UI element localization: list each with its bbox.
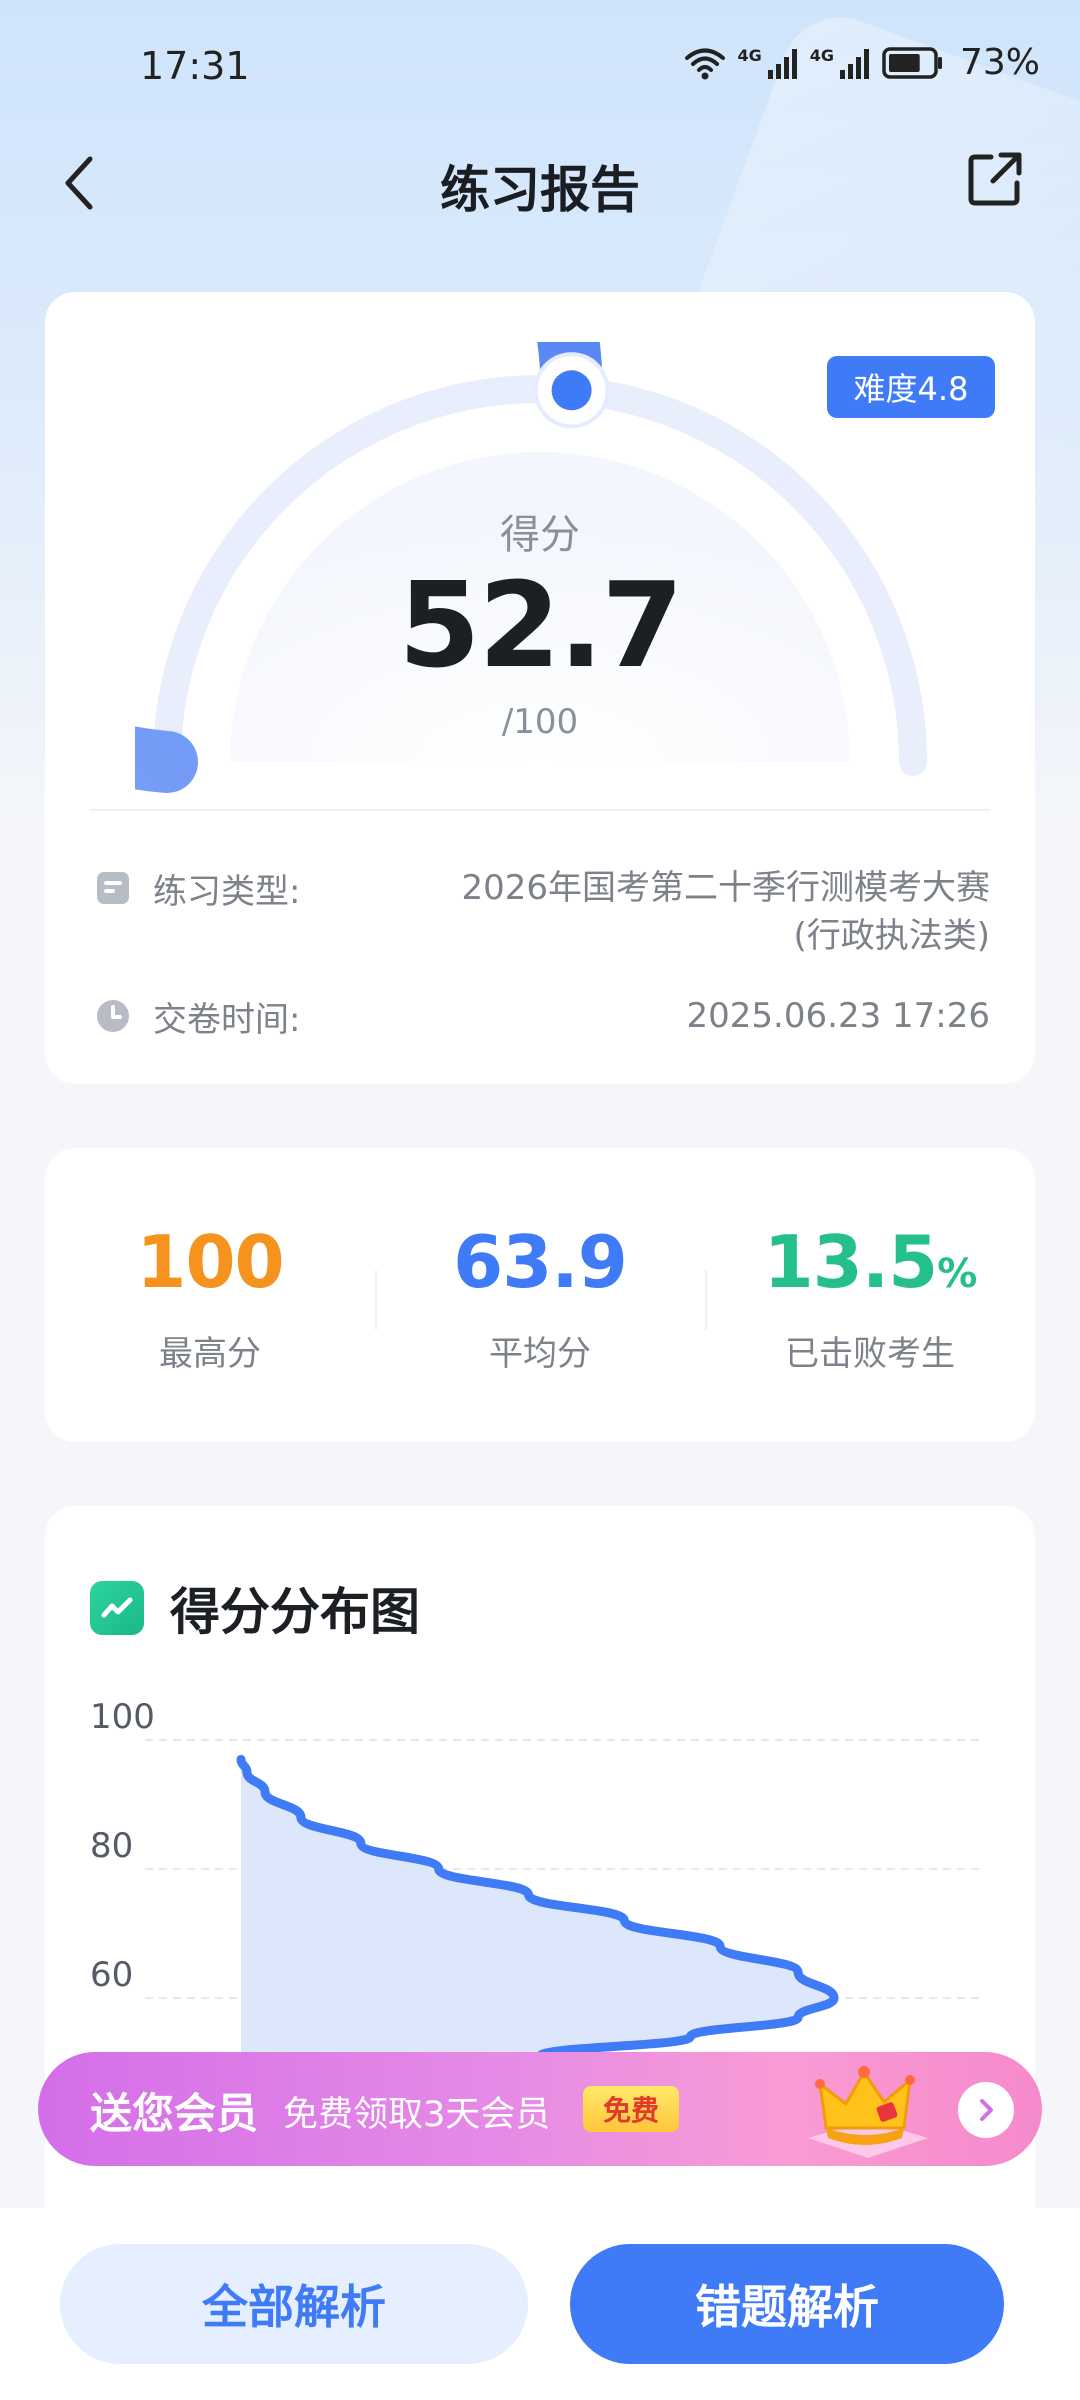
chevron-right-icon <box>980 2099 993 2121</box>
score-label: 得分 <box>500 512 580 558</box>
signal-label-1: 4G <box>737 46 762 65</box>
stat-average-label: 平均分 <box>489 1334 591 1374</box>
signal-label-2: 4G <box>809 46 834 65</box>
practice-type-line2: (行政执法类) <box>793 916 990 956</box>
promo-free-badge: 免费 <box>583 2086 679 2132</box>
status-icons: 4G 4G 73% <box>683 42 1040 83</box>
stat-highest-value: 100 <box>45 1220 375 1304</box>
submit-time-value: 2025.06.23 17:26 <box>686 996 990 1036</box>
battery-icon <box>882 46 942 79</box>
stat-highest-label: 最高分 <box>159 1334 261 1374</box>
stat-average-value: 63.9 <box>375 1220 705 1304</box>
stat-beaten-value: 13.5% <box>705 1220 1035 1304</box>
stat-highest: 100 最高分 <box>45 1220 375 1375</box>
divider <box>90 809 990 811</box>
all-analysis-button[interactable]: 全部解析 <box>60 2244 528 2364</box>
status-time: 17:31 <box>140 44 250 88</box>
stat-average-number: 63.9 <box>453 1220 628 1304</box>
stat-beaten-unit: % <box>937 1251 977 1297</box>
stat-beaten: 13.5% 已击败考生 <box>705 1220 1035 1375</box>
crown-icon <box>808 2066 928 2158</box>
promo-banner[interactable]: 送您会员 免费领取3天会员 免费 <box>38 2052 1042 2166</box>
battery-percent: 73% <box>959 42 1040 83</box>
nav-bar: 练习报告 <box>0 130 1080 240</box>
promo-arrow-button[interactable] <box>958 2082 1014 2138</box>
practice-type-row: 练习类型: 2026年国考第二十季行测模考大赛 (行政执法类) <box>95 864 990 960</box>
score-value: 52.7 <box>398 556 683 694</box>
practice-type-value: 2026年国考第二十季行测模考大赛 (行政执法类) <box>353 864 990 960</box>
stat-beaten-number: 13.5 <box>763 1220 939 1304</box>
difficulty-badge: 难度4.8 <box>827 356 995 418</box>
score-max: /100 <box>501 702 579 742</box>
score-card: 难度4.8 得分 52.7 /100 练习类型: 2026年国考第二十季行测模考… <box>45 292 1035 1084</box>
page-title: 练习报告 <box>440 161 640 219</box>
promo-main-text: 送您会员 <box>90 2089 259 2138</box>
stat-highest-number: 100 <box>136 1220 284 1304</box>
signal-icon <box>767 48 797 79</box>
submit-time-label: 交卷时间: <box>153 1000 301 1040</box>
stat-beaten-label: 已击败考生 <box>785 1334 955 1374</box>
practice-type-line1: 2026年国考第二十季行测模考大赛 <box>461 868 990 908</box>
share-icon <box>968 152 1022 206</box>
practice-type-label: 练习类型: <box>153 872 301 912</box>
signal-icon <box>839 48 869 79</box>
stats-card: 100 最高分 63.9 平均分 13.5% 已击败考生 <box>45 1148 1035 1442</box>
submit-time-row: 交卷时间: 2025.06.23 17:26 <box>95 992 990 1041</box>
y-tick-label: 100 <box>90 1697 155 1737</box>
document-icon <box>97 872 129 904</box>
wifi-icon <box>685 48 726 79</box>
bottom-action-bar: 全部解析 错题解析 <box>0 2208 1080 2400</box>
wrong-analysis-button[interactable]: 错题解析 <box>570 2244 1004 2364</box>
status-bar: 17:31 4G 4G 73% <box>0 0 1080 130</box>
gauge-knob-center <box>551 370 592 411</box>
y-tick-label: 80 <box>90 1826 133 1866</box>
promo-sub-text: 免费领取3天会员 <box>283 2095 551 2135</box>
share-button[interactable] <box>960 144 1030 214</box>
y-tick-label: 60 <box>90 1955 133 1995</box>
stat-average: 63.9 平均分 <box>375 1220 705 1375</box>
clock-icon <box>97 1000 129 1032</box>
